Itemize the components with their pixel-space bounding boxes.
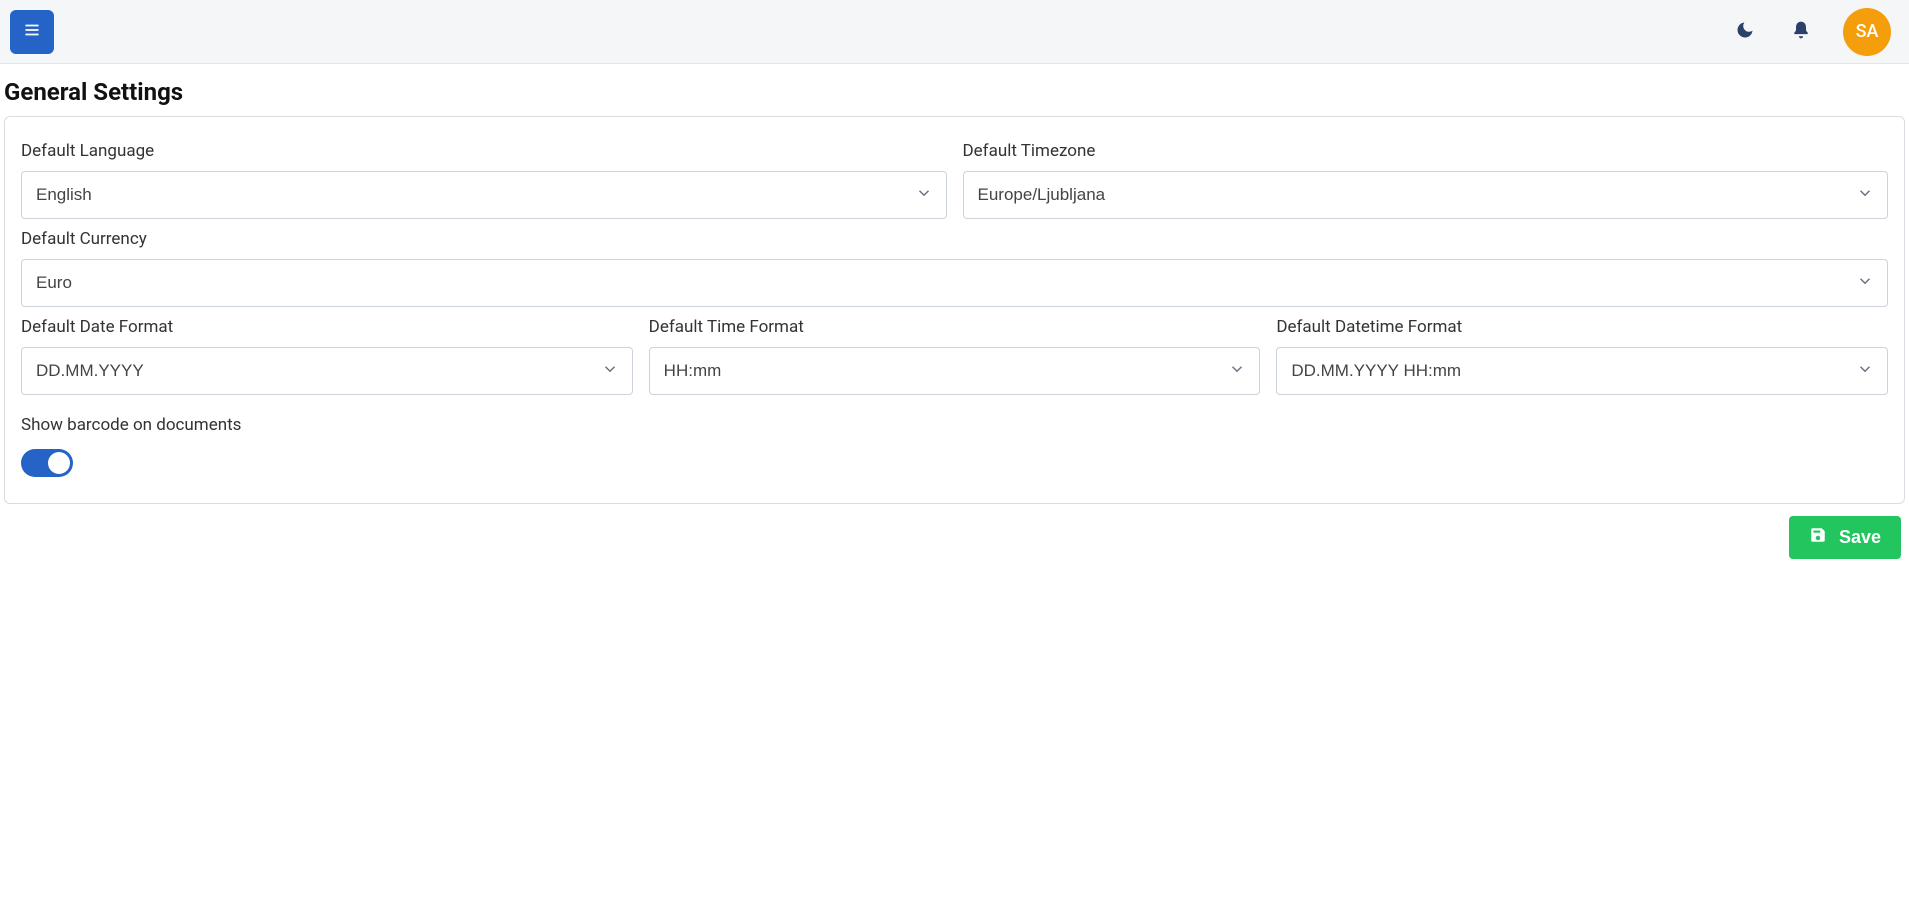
label-show-barcode: Show barcode on documents bbox=[21, 415, 1888, 435]
field-default-timezone: Default Timezone Europe/Ljubljana bbox=[963, 135, 1889, 219]
select-default-language[interactable]: English bbox=[21, 171, 947, 219]
select-default-time-format[interactable]: HH:mm bbox=[649, 347, 1261, 395]
field-default-date-format: Default Date Format DD.MM.YYYY bbox=[21, 311, 633, 395]
select-default-datetime-format[interactable]: DD.MM.YYYY HH:mm bbox=[1276, 347, 1888, 395]
dark-mode-button[interactable] bbox=[1731, 16, 1759, 47]
avatar-initials: SA bbox=[1856, 21, 1879, 42]
moon-icon bbox=[1735, 20, 1755, 43]
save-icon bbox=[1809, 526, 1827, 549]
label-default-language: Default Language bbox=[21, 141, 947, 161]
field-show-barcode: Show barcode on documents bbox=[21, 415, 1888, 481]
label-default-timezone: Default Timezone bbox=[963, 141, 1889, 161]
notifications-button[interactable] bbox=[1787, 16, 1815, 47]
topbar: SA bbox=[0, 0, 1909, 64]
label-default-datetime-format: Default Datetime Format bbox=[1276, 317, 1888, 337]
settings-panel: Default Language English Default Timezon… bbox=[4, 116, 1905, 504]
field-default-currency: Default Currency Euro bbox=[21, 223, 1888, 307]
avatar[interactable]: SA bbox=[1843, 8, 1891, 56]
hamburger-icon bbox=[23, 22, 41, 41]
field-default-datetime-format: Default Datetime Format DD.MM.YYYY HH:mm bbox=[1276, 311, 1888, 395]
label-default-time-format: Default Time Format bbox=[649, 317, 1261, 337]
toggle-show-barcode[interactable] bbox=[21, 449, 73, 477]
select-default-timezone[interactable]: Europe/Ljubljana bbox=[963, 171, 1889, 219]
menu-toggle-button[interactable] bbox=[10, 10, 54, 54]
label-default-currency: Default Currency bbox=[21, 229, 1888, 249]
label-default-date-format: Default Date Format bbox=[21, 317, 633, 337]
save-button-label: Save bbox=[1839, 527, 1881, 548]
save-button[interactable]: Save bbox=[1789, 516, 1901, 559]
select-default-date-format[interactable]: DD.MM.YYYY bbox=[21, 347, 633, 395]
topbar-right: SA bbox=[1731, 8, 1891, 56]
field-default-language: Default Language English bbox=[21, 135, 947, 219]
field-default-time-format: Default Time Format HH:mm bbox=[649, 311, 1261, 395]
bell-icon bbox=[1791, 20, 1811, 43]
page-content: General Settings Default Language Englis… bbox=[0, 64, 1909, 571]
select-default-currency[interactable]: Euro bbox=[21, 259, 1888, 307]
toggle-knob bbox=[48, 452, 70, 474]
page-title: General Settings bbox=[4, 70, 1905, 116]
actions-bar: Save bbox=[4, 516, 1905, 559]
